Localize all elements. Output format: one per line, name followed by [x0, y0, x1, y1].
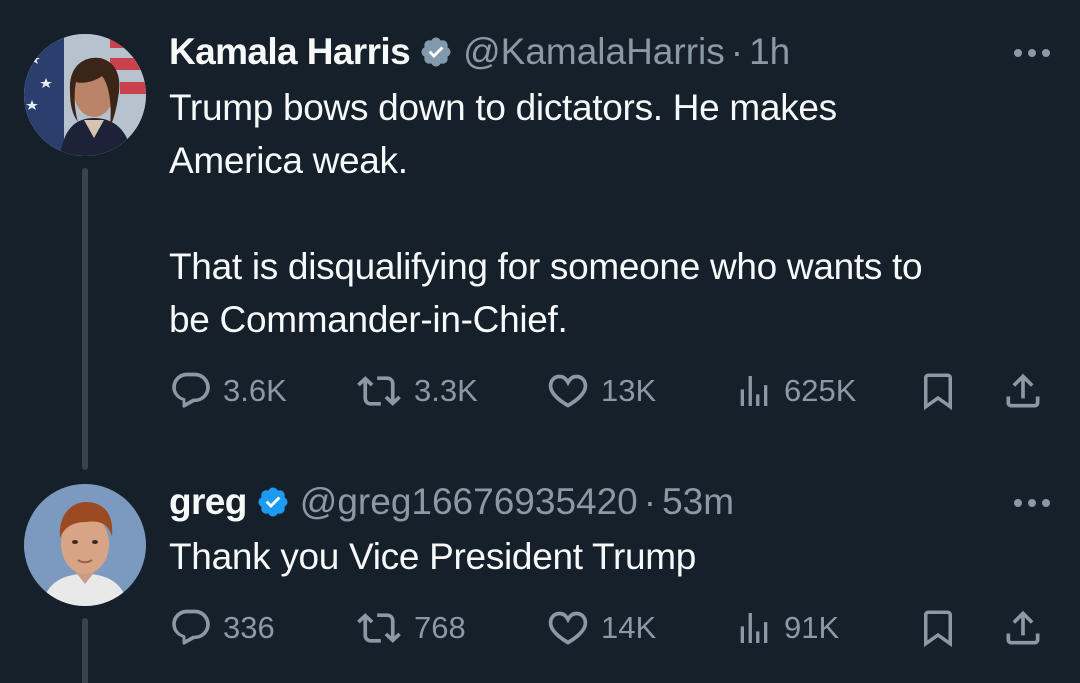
bookmark-button[interactable]	[917, 606, 959, 650]
tweet-text-line	[169, 187, 922, 240]
like-count: 14K	[601, 610, 657, 645]
heart-icon	[548, 374, 588, 408]
thread-connector-line	[82, 168, 88, 470]
author-name[interactable]: Kamala Harris	[169, 30, 411, 74]
view-count: 625K	[784, 373, 857, 408]
separator-dot: ·	[730, 31, 744, 72]
reply-count: 3.6K	[223, 373, 287, 408]
tweet-text-line: Trump bows down to dictators. He makes	[169, 87, 837, 128]
tweet-text-line: be Commander-in-Chief.	[169, 299, 568, 340]
repost-arrows-icon	[357, 613, 401, 643]
bookmark-button[interactable]	[917, 369, 959, 413]
repost-button[interactable]: 768	[354, 606, 466, 650]
bookmark-icon	[924, 373, 952, 411]
reply-bubble-icon	[172, 372, 210, 408]
avatar[interactable]	[24, 484, 146, 606]
share-button[interactable]	[1001, 369, 1045, 413]
views-button[interactable]: 91K	[734, 606, 839, 650]
tweet-text-line: That is disqualifying for someone who wa…	[169, 246, 923, 287]
tweet-text: Thank you Vice President Trump	[169, 530, 696, 583]
tweet-text: Trump bows down to dictators. He makes A…	[169, 81, 923, 346]
timestamp[interactable]: 1h	[749, 30, 790, 74]
author-handle[interactable]: @KamalaHarris	[463, 30, 725, 74]
reply-button[interactable]: 336	[169, 606, 275, 650]
reply-bubble-icon	[172, 609, 210, 645]
more-options-icon[interactable]	[1012, 496, 1052, 508]
bookmark-icon	[924, 610, 952, 648]
reply-count: 336	[223, 610, 275, 645]
author-handle[interactable]: @greg16676935420	[300, 480, 638, 524]
more-options-icon[interactable]	[1012, 46, 1052, 58]
tweet-actions: 336 768 14K 91K	[169, 606, 1049, 650]
tweet-actions: 3.6K 3.3K 13K 625K	[169, 369, 1049, 413]
like-button[interactable]: 13K	[545, 369, 656, 413]
verified-badge-icon	[419, 35, 453, 69]
verified-badge-icon	[256, 485, 290, 519]
reply-button[interactable]: 3.6K	[169, 369, 287, 413]
thread-connector-line-bottom	[82, 618, 88, 683]
tweet-text-line: America weak.	[169, 140, 408, 181]
share-upload-icon	[1006, 610, 1040, 645]
view-count: 91K	[784, 610, 840, 645]
tweet-header: greg @greg16676935420 · 53m	[169, 480, 734, 524]
separator-dot: ·	[643, 481, 657, 522]
repost-arrows-icon	[357, 376, 401, 406]
tweet-header: Kamala Harris @KamalaHarris · 1h	[169, 30, 790, 74]
bar-chart-icon	[740, 376, 768, 406]
repost-count: 768	[414, 610, 466, 645]
tweet-text-line: Thank you Vice President Trump	[169, 536, 697, 577]
repost-count: 3.3K	[414, 373, 478, 408]
like-button[interactable]: 14K	[545, 606, 656, 650]
share-upload-icon	[1006, 373, 1040, 408]
share-button[interactable]	[1001, 606, 1045, 650]
like-count: 13K	[601, 373, 657, 408]
views-button[interactable]: 625K	[734, 369, 856, 413]
timestamp[interactable]: 53m	[662, 480, 734, 524]
avatar[interactable]	[24, 34, 146, 156]
bar-chart-icon	[740, 613, 768, 643]
repost-button[interactable]: 3.3K	[354, 369, 478, 413]
heart-icon	[548, 611, 588, 645]
author-name[interactable]: greg	[169, 480, 247, 524]
